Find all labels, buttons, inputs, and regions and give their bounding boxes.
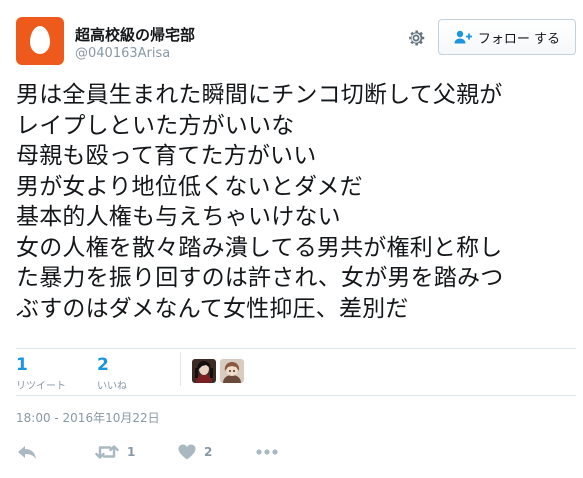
like-stat[interactable]: 2 いいね <box>97 356 127 392</box>
display-name[interactable]: 超高校級の帰宅部 <box>75 24 195 45</box>
tweet-timestamp[interactable]: 18:00 - 2016年10月22日 <box>16 409 160 426</box>
tweet-text-line: ぶすのはダメなんて女性抑圧、差別だ <box>16 295 409 322</box>
stats-bottom-divider <box>16 395 576 396</box>
like-button[interactable]: 2 <box>178 442 212 462</box>
like-label: いいね <box>97 381 127 392</box>
follow-button-label: フォロー する <box>477 31 561 47</box>
tweet-text-line: レイプしといた方がいいな <box>16 112 295 139</box>
profile-avatar[interactable] <box>16 17 64 65</box>
follow-user-icon <box>454 30 472 44</box>
reply-icon <box>18 446 36 459</box>
retweet-action-count: 1 <box>127 445 136 459</box>
tweet: 超高校級の帰宅部 @040163Arisa フォロー する 男は全員生まれた瞬間… <box>0 0 583 478</box>
reply-button[interactable] <box>17 442 37 462</box>
screen-name[interactable]: @040163Arisa <box>75 46 170 61</box>
stats-top-divider <box>16 348 576 349</box>
retweet-icon <box>95 445 119 459</box>
like-count: 2 <box>97 355 109 375</box>
liker-avatar[interactable] <box>192 359 216 383</box>
retweet-stat[interactable]: 1 リツイート <box>16 356 66 392</box>
more-icon <box>256 449 278 455</box>
tweet-text-line: 基本的人権も与えちゃいけない <box>16 204 341 230</box>
tweet-text: 男は全員生まれた瞬間にチンコ切断して父親が レイプしといた方がいいな 母親も殴っ… <box>16 80 576 324</box>
follow-button[interactable]: フォロー する <box>438 19 576 55</box>
stats-separator <box>180 352 181 386</box>
tweet-text-line: 男は全員生まれた瞬間にチンコ切断して父親が <box>16 82 503 108</box>
tweet-text-line: 女の人権を散々踏み潰してる男共が権利と称し <box>16 234 503 261</box>
more-button[interactable] <box>256 442 278 462</box>
retweet-button[interactable]: 1 <box>95 442 135 462</box>
tweet-text-line: た暴力を振り回すのは許され、女が男を踏みつ <box>16 265 504 291</box>
retweet-label: リツイート <box>16 381 66 392</box>
heart-icon <box>178 444 196 460</box>
like-action-count: 2 <box>204 445 213 459</box>
tweet-text-line: 男が女より地位低くないとダメだ <box>16 173 363 200</box>
gear-icon[interactable] <box>405 27 427 49</box>
retweet-count: 1 <box>16 355 28 375</box>
tweet-text-line: 母親も殴って育てた方がいい <box>16 143 317 169</box>
liker-avatar[interactable] <box>220 359 244 383</box>
egg-icon <box>30 26 50 54</box>
